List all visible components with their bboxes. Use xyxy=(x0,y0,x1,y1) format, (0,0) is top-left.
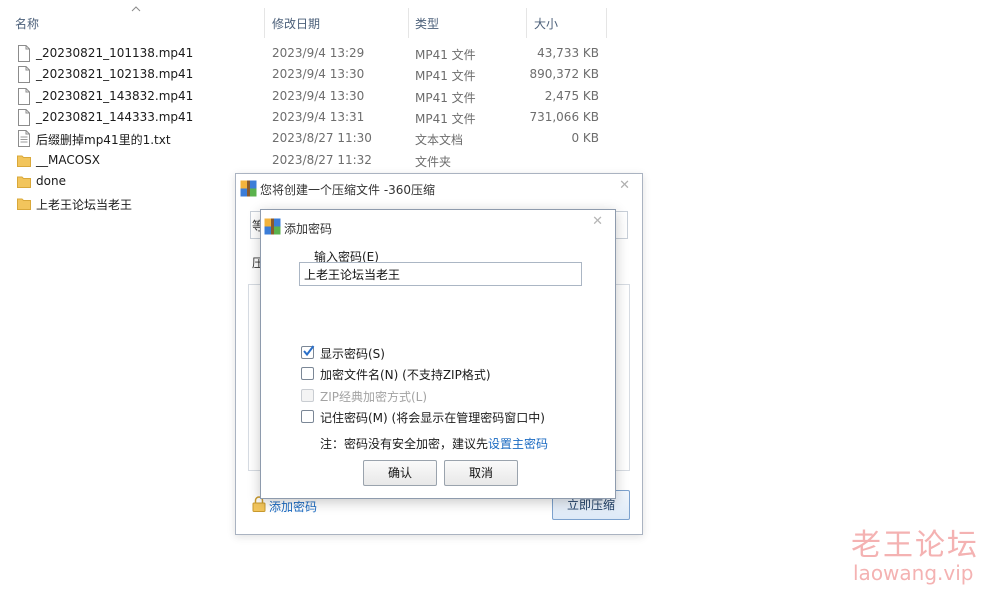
file-date: 2023/8/27 11:32 xyxy=(272,153,372,167)
close-icon[interactable]: ✕ xyxy=(619,178,630,193)
checkbox-box xyxy=(301,389,314,402)
file-size: 890,372 KB xyxy=(529,67,599,81)
column-date-header[interactable]: 修改日期 xyxy=(272,15,320,32)
column-header: 名称 修改日期 类型 大小 xyxy=(0,0,1000,44)
column-divider[interactable] xyxy=(264,8,265,38)
folder-icon xyxy=(17,198,31,210)
column-size-header[interactable]: 大小 xyxy=(534,15,558,32)
watermark-url: laowang.vip xyxy=(853,561,974,585)
folder-row[interactable]: __MACOSX 2023/8/27 11:32 文件夹 xyxy=(0,150,620,171)
archive-app-icon xyxy=(240,180,257,197)
file-name: _20230821_101138.mp41 xyxy=(36,46,194,60)
file-size: 2,475 KB xyxy=(544,89,599,103)
file-row[interactable]: _20230821_101138.mp41 2023/9/4 13:29 MP4… xyxy=(0,43,620,64)
file-type: 文本文档 xyxy=(415,133,464,147)
file-row[interactable]: _20230821_143832.mp41 2023/9/4 13:30 MP4… xyxy=(0,86,620,107)
dialog-title: 添加密码 xyxy=(284,222,333,236)
close-icon[interactable]: ✕ xyxy=(592,214,603,229)
file-row[interactable]: _20230821_144333.mp41 2023/9/4 13:31 MP4… xyxy=(0,107,620,128)
file-name: 后缀删掉mp41里的1.txt xyxy=(36,133,171,147)
file-icon xyxy=(18,109,30,126)
file-date: 2023/9/4 13:29 xyxy=(272,46,365,60)
file-size: 731,066 KB xyxy=(529,110,599,124)
folder-name: __MACOSX xyxy=(36,153,101,167)
text-file-icon xyxy=(18,130,30,147)
file-type: 文件夹 xyxy=(415,155,452,169)
file-type: MP41 文件 xyxy=(415,48,476,62)
sort-ascending-icon[interactable] xyxy=(131,6,141,12)
file-icon xyxy=(18,45,30,62)
file-name: _20230821_102138.mp41 xyxy=(36,67,194,81)
file-icon xyxy=(18,88,30,105)
file-type: MP41 文件 xyxy=(415,112,476,126)
note-text: 注：密码没有安全加密，建议先 xyxy=(320,437,489,451)
checkbox-label: 显示密码(S) xyxy=(320,347,385,361)
cancel-button[interactable]: 取消 xyxy=(444,460,518,486)
column-type-header[interactable]: 类型 xyxy=(415,15,439,32)
column-divider[interactable] xyxy=(606,8,607,38)
file-size: 43,733 KB xyxy=(537,46,599,60)
file-name: _20230821_144333.mp41 xyxy=(36,110,194,124)
column-divider[interactable] xyxy=(526,8,527,38)
column-divider[interactable] xyxy=(408,8,409,38)
checkbox-label: 记住密码(M) (将会显示在管理密码窗口中) xyxy=(320,411,545,425)
checkbox-label: ZIP经典加密方式(L) xyxy=(320,390,428,404)
archive-window-titlebar[interactable]: 您将创建一个压缩文件 -360压缩 ✕ xyxy=(236,174,642,202)
add-password-link[interactable]: 添加密码 xyxy=(269,498,317,515)
file-row[interactable]: 后缀删掉mp41里的1.txt 2023/8/27 11:30 文本文档 0 K… xyxy=(0,128,620,149)
folder-icon xyxy=(17,176,31,188)
folder-icon xyxy=(17,155,31,167)
column-name-header[interactable]: 名称 xyxy=(15,15,39,32)
file-icon xyxy=(18,66,30,83)
security-note: 注：密码没有安全加密，建议先设置主密码 xyxy=(320,435,548,452)
checkbox-box[interactable] xyxy=(301,410,314,423)
set-master-password-link[interactable]: 设置主密码 xyxy=(488,437,548,451)
file-size: 0 KB xyxy=(571,131,599,145)
file-date: 2023/9/4 13:30 xyxy=(272,67,365,81)
file-type: MP41 文件 xyxy=(415,69,476,83)
watermark-text: 老王论坛 xyxy=(851,528,979,563)
file-name: _20230821_143832.mp41 xyxy=(36,89,194,103)
password-input[interactable] xyxy=(299,262,582,286)
file-row[interactable]: _20230821_102138.mp41 2023/9/4 13:30 MP4… xyxy=(0,64,620,85)
file-date: 2023/9/4 13:31 xyxy=(272,110,365,124)
add-password-dialog: 添加密码 ✕ 输入密码(E) 显示密码(S) 加密文件名(N) (不支持ZIP格… xyxy=(260,209,616,499)
checkbox-label: 加密文件名(N) (不支持ZIP格式) xyxy=(320,368,491,382)
folder-name: 上老王论坛当老王 xyxy=(36,198,133,212)
file-type: MP41 文件 xyxy=(415,91,476,105)
file-date: 2023/9/4 13:30 xyxy=(272,89,365,103)
checkbox-box[interactable] xyxy=(301,367,314,380)
checkmark-icon xyxy=(303,345,315,357)
confirm-button[interactable]: 确认 xyxy=(363,460,437,486)
archive-app-icon xyxy=(264,218,281,235)
folder-name: done xyxy=(36,174,66,188)
file-date: 2023/8/27 11:30 xyxy=(272,131,372,145)
checkbox-box[interactable] xyxy=(301,345,315,359)
archive-window-title: 您将创建一个压缩文件 -360压缩 xyxy=(260,183,436,197)
